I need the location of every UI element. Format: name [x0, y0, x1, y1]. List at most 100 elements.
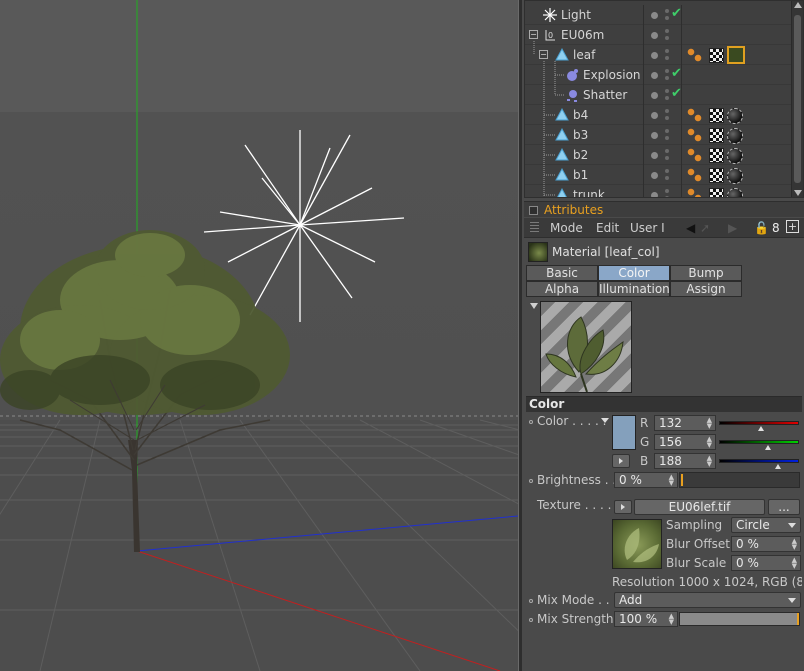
grip-icon[interactable]	[530, 222, 539, 234]
animation-bullet-icon[interactable]	[529, 599, 533, 603]
r-label: R	[640, 416, 649, 430]
object-name: Explosion	[583, 68, 641, 82]
r-slider[interactable]	[719, 421, 799, 425]
animation-bullet-icon[interactable]	[529, 479, 533, 483]
x-axis-line	[136, 550, 501, 671]
brightness-marker	[681, 474, 683, 486]
object-name: Shatter	[583, 88, 628, 102]
material-tag-icon[interactable]	[727, 128, 743, 144]
blur-scale-field[interactable]: 0 % ▲ ▼	[731, 555, 801, 571]
tab-assign[interactable]: Assign	[670, 281, 742, 297]
b-slider[interactable]	[719, 459, 799, 463]
b-label: B	[640, 454, 649, 468]
color-swatch[interactable]	[612, 415, 636, 450]
mix-strength-marker	[797, 613, 799, 625]
scroll-down-icon[interactable]	[794, 190, 802, 196]
blur-offset-label: Blur Offset	[666, 537, 730, 551]
texture-tag-icon[interactable]	[687, 188, 702, 197]
lock-icon[interactable]: 🔓	[754, 221, 769, 235]
g-slider-knob[interactable]	[764, 445, 771, 450]
material-tag-icon[interactable]	[727, 148, 743, 164]
tree-model[interactable]	[0, 230, 290, 552]
r-slider-knob[interactable]	[757, 426, 764, 431]
sampling-dropdown[interactable]: Circle	[731, 517, 801, 533]
material-tag-icon[interactable]	[727, 168, 743, 184]
g-value-field[interactable]: 156 ▲ ▼	[654, 434, 716, 450]
3d-viewport[interactable]	[0, 0, 518, 671]
hierarchy-lines	[533, 41, 565, 197]
material-tag-icon[interactable]	[727, 188, 743, 197]
uvw-tag-icon[interactable]	[709, 188, 724, 197]
tab-basic[interactable]: Basic	[526, 265, 598, 281]
visibility-dot[interactable]	[651, 12, 658, 19]
material-thumbnail	[528, 242, 548, 262]
b-slider-knob[interactable]	[775, 464, 782, 469]
g-label: G	[640, 435, 650, 449]
texture-tag-icon[interactable]	[687, 48, 702, 63]
attributes-title: Attributes	[544, 203, 604, 217]
mix-mode-label: Mix Mode . .	[537, 593, 610, 607]
menu-user[interactable]: User I	[630, 221, 665, 235]
material-tag-icon[interactable]	[727, 46, 745, 64]
tab-bump[interactable]: Bump	[670, 265, 742, 281]
sampling-label: Sampling	[666, 518, 723, 532]
blur-offset-field[interactable]: 0 % ▲ ▼	[731, 536, 801, 552]
g-slider[interactable]	[719, 440, 799, 444]
uvw-tag-icon[interactable]	[709, 148, 724, 163]
leaf-preview-image	[545, 316, 624, 392]
animation-bullet-icon[interactable]	[529, 618, 533, 622]
link-icon[interactable]: 8	[772, 221, 780, 235]
texture-resolution: Resolution 1000 x 1024, RGB (8 Bi	[612, 575, 802, 589]
texture-browse-button[interactable]: ...	[768, 499, 800, 515]
attributes-menubar: Mode Edit User I ◀ ➚ ▶ 🔓 8 +	[524, 218, 804, 238]
uvw-tag-icon[interactable]	[709, 48, 724, 63]
texture-options-button[interactable]	[614, 500, 632, 514]
texture-tag-icon[interactable]	[687, 148, 702, 163]
uvw-tag-icon[interactable]	[709, 128, 724, 143]
uvw-tag-icon[interactable]	[709, 168, 724, 183]
mix-strength-field[interactable]: 100 % ▲ ▼	[614, 611, 678, 627]
mix-mode-dropdown[interactable]: Add	[614, 592, 801, 608]
b-value-field[interactable]: 188 ▲ ▼	[654, 453, 716, 469]
tab-illumination[interactable]: Illumination	[598, 281, 670, 297]
texture-tag-icon[interactable]	[687, 128, 702, 143]
texture-tag-icon[interactable]	[687, 108, 702, 123]
texture-file-button[interactable]: EU06lef.tif	[634, 499, 765, 515]
color-label: Color . . . . .	[537, 414, 607, 428]
material-header: Material [leaf_col]	[524, 240, 804, 264]
texture-tag-icon[interactable]	[687, 168, 702, 183]
object-manager[interactable]: Light ✔ − 0 EU06m − leaf Explosion ✔ Sha…	[524, 0, 804, 198]
back-arrow-icon[interactable]: ◀	[686, 221, 695, 235]
blur-scale-label: Blur Scale	[666, 556, 727, 570]
tab-color[interactable]: Color	[598, 265, 670, 281]
mix-strength-slider[interactable]	[679, 612, 800, 626]
preview-toggle-icon[interactable]	[530, 303, 538, 309]
scrollbar-thumb[interactable]	[794, 15, 801, 183]
color-expand-button[interactable]	[612, 454, 630, 468]
material-label: Material [leaf_col]	[552, 245, 660, 259]
texture-thumbnail	[612, 519, 662, 569]
r-value-field[interactable]: 132 ▲ ▼	[654, 415, 716, 431]
up-arrow-icon[interactable]: ➚	[700, 221, 710, 235]
ground-grid	[0, 419, 518, 671]
new-panel-icon[interactable]: +	[786, 220, 799, 233]
object-manager-scrollbar[interactable]	[791, 1, 803, 197]
z-axis-line	[136, 515, 518, 552]
forward-arrow-icon[interactable]: ▶	[728, 221, 737, 235]
animation-bullet-icon[interactable]	[529, 420, 533, 424]
uvw-tag-icon[interactable]	[709, 108, 724, 123]
scroll-up-icon[interactable]	[794, 2, 802, 8]
menu-edit[interactable]: Edit	[596, 221, 619, 235]
brightness-label: Brightness . .	[537, 473, 617, 487]
mix-strength-label: Mix Strength	[537, 612, 614, 626]
tab-alpha[interactable]: Alpha	[526, 281, 598, 297]
color-dropdown-icon[interactable]	[601, 418, 609, 423]
right-panel: Light ✔ − 0 EU06m − leaf Explosion ✔ Sha…	[522, 0, 804, 671]
material-preview	[540, 301, 632, 393]
menu-mode[interactable]: Mode	[550, 221, 583, 235]
brightness-field[interactable]: 0 % ▲ ▼	[614, 472, 678, 488]
brightness-slider[interactable]	[679, 472, 800, 488]
material-tag-icon[interactable]	[727, 108, 743, 124]
panel-checkbox[interactable]	[529, 206, 538, 215]
viewport-scene[interactable]	[0, 0, 518, 671]
